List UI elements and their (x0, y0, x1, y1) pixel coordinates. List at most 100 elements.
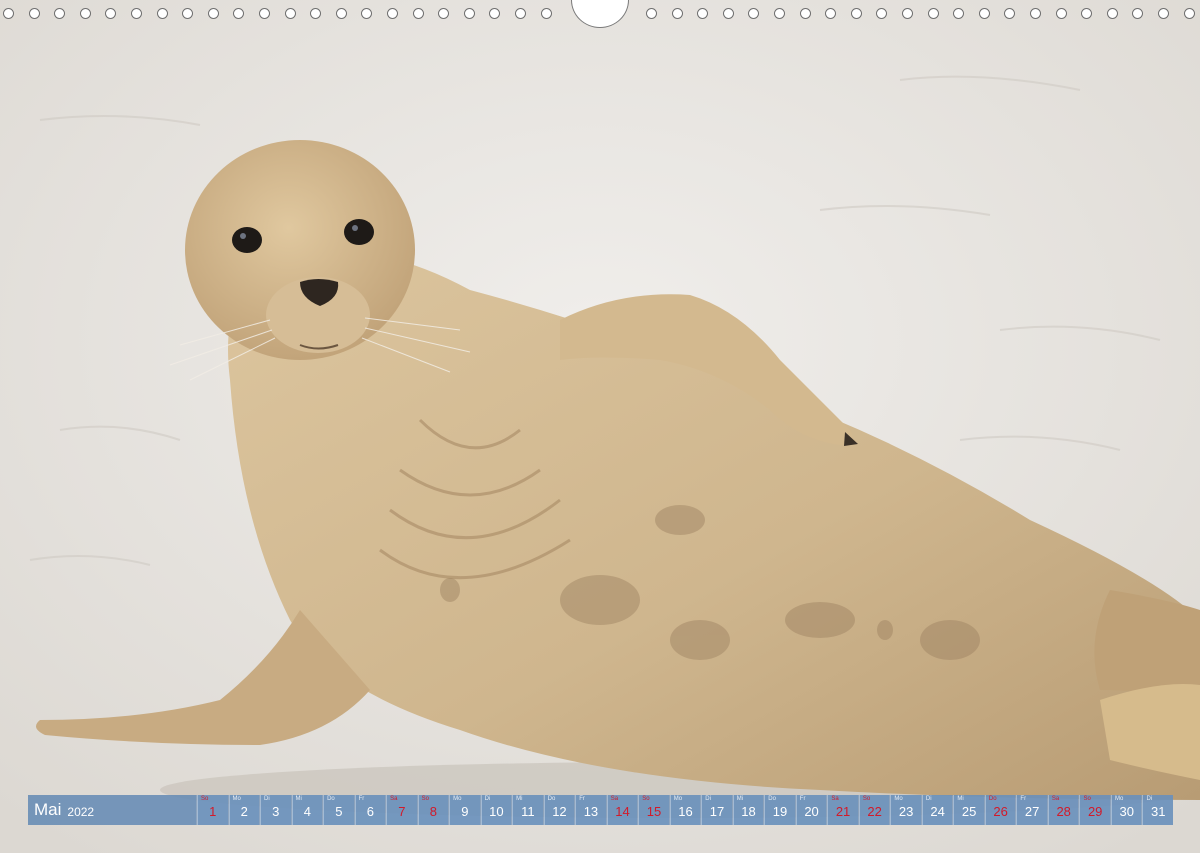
weekday-abbrev: So (642, 796, 650, 802)
binding-hole (464, 8, 475, 19)
day-number: 20 (804, 804, 819, 819)
binding-hole (285, 8, 296, 19)
day-number: 31 (1150, 804, 1166, 819)
day-number: 10 (489, 804, 504, 819)
calendar-day: So 22 (858, 795, 890, 825)
calendar-day: Sa 28 (1047, 795, 1079, 825)
day-number: 12 (552, 804, 567, 819)
binding-hole (1184, 8, 1195, 19)
binding-hole (1132, 8, 1143, 19)
weekday-abbrev: Mi (736, 796, 744, 802)
month-label: Mai 2022 (28, 795, 196, 825)
day-number: 14 (615, 804, 630, 819)
weekday-abbrev: Mo (894, 796, 903, 802)
spiral-binding (0, 0, 1200, 30)
binding-hole (387, 8, 398, 19)
seal-rear-flipper (1094, 590, 1200, 700)
month-name: Mai (34, 800, 62, 819)
calendar-day: Mi 4 (291, 795, 323, 825)
calendar-day: Di 24 (921, 795, 953, 825)
weekday-abbrev: Do (327, 796, 335, 802)
binding-hole (1004, 8, 1015, 19)
binding-hole (851, 8, 862, 19)
day-number: 8 (429, 804, 437, 819)
weekday-abbrev: Di (705, 796, 711, 802)
weekday-abbrev: Do (988, 796, 997, 802)
binding-hole (29, 8, 40, 19)
day-number: 2 (240, 804, 248, 819)
binding-hole (697, 8, 708, 19)
day-number: 7 (398, 804, 406, 819)
binding-hole (646, 8, 657, 19)
binding-hole (336, 8, 347, 19)
day-number: 29 (1087, 804, 1103, 819)
binding-hole (1107, 8, 1118, 19)
calendar-day: Sa 21 (827, 795, 858, 825)
day-number: 3 (272, 804, 280, 819)
weekday-abbrev: So (201, 796, 209, 802)
calendar-day: Do 5 (323, 795, 354, 825)
calendar-day: Mi 11 (512, 795, 543, 825)
binding-hole (672, 8, 683, 19)
day-number: 1 (209, 804, 217, 819)
binding-hole (723, 8, 734, 19)
calendar-day: Fr 13 (575, 795, 606, 825)
day-number: 11 (521, 804, 535, 819)
calendar-day: Sa 7 (386, 795, 417, 825)
binding-hole (825, 8, 836, 19)
day-number: 4 (303, 804, 311, 819)
binding-hole (413, 8, 424, 19)
binding-hole (541, 8, 552, 19)
calendar-day: Fr 20 (795, 795, 827, 825)
binding-hole (54, 8, 65, 19)
binding-hole (876, 8, 887, 19)
weekday-abbrev: Do (768, 796, 776, 802)
binding-hole (80, 8, 91, 19)
binding-hole (1158, 8, 1169, 19)
binding-hole (105, 8, 116, 19)
binding-hole (800, 8, 811, 19)
binding-hole (438, 8, 449, 19)
weekday-abbrev: Mo (232, 796, 241, 802)
binding-hole (259, 8, 270, 19)
calendar-day: Sa 14 (606, 795, 638, 825)
seal-illustration (0, 0, 1200, 853)
calendar-day: So 1 (197, 795, 228, 825)
day-number: 13 (583, 804, 599, 819)
calendar-days: So 1 Mo 2 Di 3 Mi 4 Do 5 Fr 6 Sa 7 So 8 Mo 9 Di 10 Mi 11 Do 12 F… (196, 795, 1173, 825)
calendar-day: So 29 (1079, 795, 1110, 825)
calendar-day: So 8 (417, 795, 449, 825)
day-number: 21 (835, 804, 851, 819)
day-number: 22 (867, 804, 882, 819)
weekday-abbrev: Di (484, 796, 491, 802)
weekday-abbrev: Do (547, 796, 556, 802)
calendar-day: Di 31 (1142, 795, 1173, 825)
binding-hole (182, 8, 193, 19)
calendar-day: So 15 (638, 795, 669, 825)
left-eye-glint (240, 233, 246, 239)
weekday-abbrev: Di (1146, 796, 1153, 802)
calendar-day: Mi 25 (953, 795, 984, 825)
day-number: 25 (961, 804, 977, 819)
weekday-abbrev: Fr (579, 796, 585, 802)
calendar-day: Mo 16 (669, 795, 701, 825)
calendar-strip: Mai 2022 So 1 Mo 2 Di 3 Mi 4 Do 5 Fr 6 Sa 7 So 8 Mo 9 Di 10… (28, 795, 1173, 825)
weekday-abbrev: Mi (957, 796, 964, 802)
binding-hole (953, 8, 964, 19)
day-number: 9 (461, 804, 469, 819)
binding-hole (310, 8, 321, 19)
weekday-abbrev: Mo (453, 796, 462, 802)
weekday-abbrev: Di (264, 796, 270, 802)
day-number: 23 (898, 804, 914, 819)
weekday-abbrev: Mi (516, 796, 523, 802)
weekday-abbrev: Sa (1051, 796, 1060, 802)
weekday-abbrev: So (421, 796, 429, 802)
calendar-day: Di 3 (260, 795, 291, 825)
binding-hole (928, 8, 939, 19)
day-number: 27 (1024, 804, 1040, 819)
day-number: 24 (930, 804, 945, 819)
binding-hole (748, 8, 759, 19)
weekday-abbrev: So (862, 796, 871, 802)
binding-hole (131, 8, 142, 19)
weekday-abbrev: Mo (1114, 796, 1124, 802)
